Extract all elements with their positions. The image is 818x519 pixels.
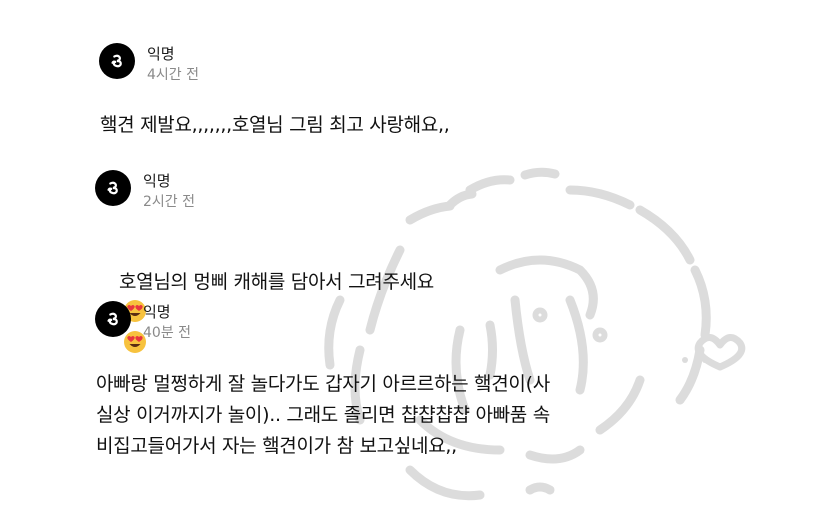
avatar[interactable] — [95, 170, 131, 206]
comment-text: 호열님의 멍삐 캐해를 담아서 그려주세요 — [118, 271, 434, 293]
avatar[interactable] — [95, 301, 131, 337]
comment-time: 40분 전 — [143, 325, 192, 341]
comment-time: 2시간 전 — [143, 194, 195, 210]
anonymous-logo-icon — [107, 181, 118, 195]
comment-author: 익명 — [143, 172, 171, 190]
comment-text-line: 아빠랑 멀쩡하게 잘 놀다가도 갑자기 아르르하는 햌견이(사 — [96, 373, 550, 395]
comment-author: 익명 — [143, 303, 171, 321]
comment-text: 햌견 제발요,,,,,,,호열님 그림 최고 사랑해요,, — [100, 114, 450, 136]
comment-text-line: 비집고들어가서 자는 햌견이가 참 보고싶네요,, — [96, 435, 457, 457]
comment-author: 익명 — [147, 45, 175, 63]
anonymous-logo-icon — [111, 54, 122, 68]
comment-time: 4시간 전 — [147, 67, 199, 83]
anonymous-logo-icon — [107, 312, 118, 326]
comment-text-line: 실상 이거까지가 놀이).. 그래도 졸리면 챱챱챱챱 아빠품 속 — [96, 404, 550, 426]
avatar[interactable] — [99, 43, 135, 79]
